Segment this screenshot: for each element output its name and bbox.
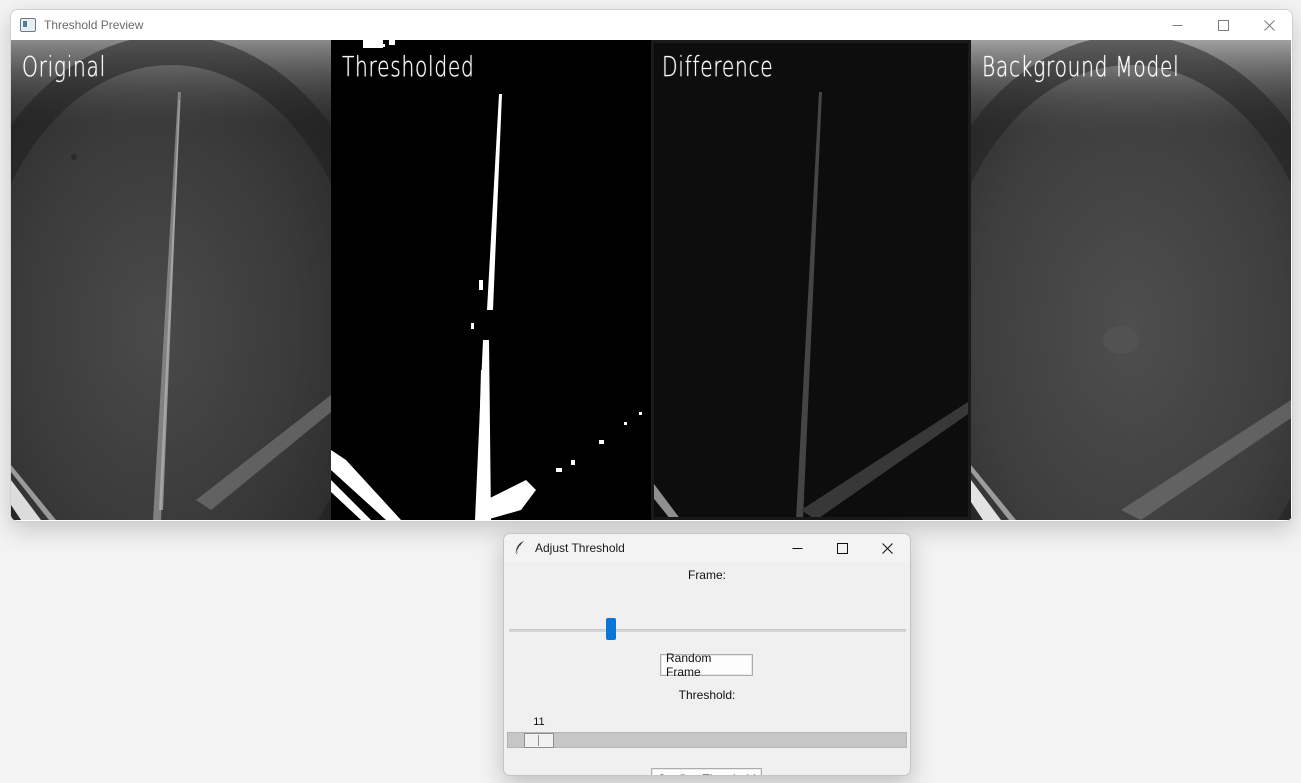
close-icon xyxy=(1263,19,1275,31)
dialog-maximize-button[interactable] xyxy=(820,534,865,562)
maximize-button[interactable] xyxy=(1200,10,1246,40)
title-bar[interactable]: Threshold Preview xyxy=(11,10,1292,40)
panel-label-thresholded: Thresholded xyxy=(342,50,475,83)
panel-label-background-model: Background Model xyxy=(982,50,1180,83)
close-button[interactable] xyxy=(1246,10,1292,40)
dialog-title: Adjust Threshold xyxy=(535,541,625,555)
minimize-icon xyxy=(792,547,803,549)
panel-difference: Difference xyxy=(651,40,971,520)
panel-label-difference: Difference xyxy=(662,50,774,83)
frame-slider-thumb[interactable] xyxy=(605,618,616,640)
background-model-image xyxy=(971,40,1291,520)
minimize-icon xyxy=(1172,24,1182,26)
frame-label: Frame: xyxy=(687,568,726,582)
app-window-icon xyxy=(20,18,36,32)
threshold-value: 11 xyxy=(533,716,545,728)
panel-thresholded: Thresholded xyxy=(331,40,651,520)
difference-image xyxy=(651,40,971,520)
window-title: Threshold Preview xyxy=(44,18,144,32)
dialog-close-button[interactable] xyxy=(865,534,910,562)
random-frame-button[interactable]: Random Frame xyxy=(660,651,753,679)
minimize-button[interactable] xyxy=(1154,10,1200,40)
close-icon xyxy=(882,542,893,554)
confirm-threshold-button[interactable]: Confirm Threshold xyxy=(651,768,762,775)
dialog-title-bar[interactable]: Adjust Threshold xyxy=(504,534,910,562)
threshold-preview-window: Threshold Preview Original Thresholded D… xyxy=(10,9,1293,522)
threshold-slider-thumb[interactable] xyxy=(524,733,555,748)
preview-panels: Original Thresholded Difference Backgrou… xyxy=(11,40,1291,520)
original-image xyxy=(11,40,331,520)
threshold-slider-trough[interactable] xyxy=(507,732,907,748)
frame-slider-track[interactable] xyxy=(509,629,906,632)
panel-label-original: Original xyxy=(22,50,106,83)
dialog-window-controls xyxy=(775,534,910,562)
window-controls xyxy=(1154,10,1292,40)
panel-background-model: Background Model xyxy=(971,40,1291,520)
maximize-icon xyxy=(1217,19,1229,31)
feather-icon xyxy=(514,541,524,555)
thresholded-image xyxy=(331,40,651,520)
threshold-label: Threshold: xyxy=(678,688,736,702)
panel-original: Original xyxy=(11,40,331,520)
maximize-icon xyxy=(837,542,848,554)
dialog-minimize-button[interactable] xyxy=(775,534,820,562)
dialog-body: Frame: Random Frame Threshold: 11 Confir… xyxy=(504,562,910,775)
adjust-threshold-dialog: Adjust Threshold Frame: Random Frame Thr… xyxy=(503,533,911,776)
